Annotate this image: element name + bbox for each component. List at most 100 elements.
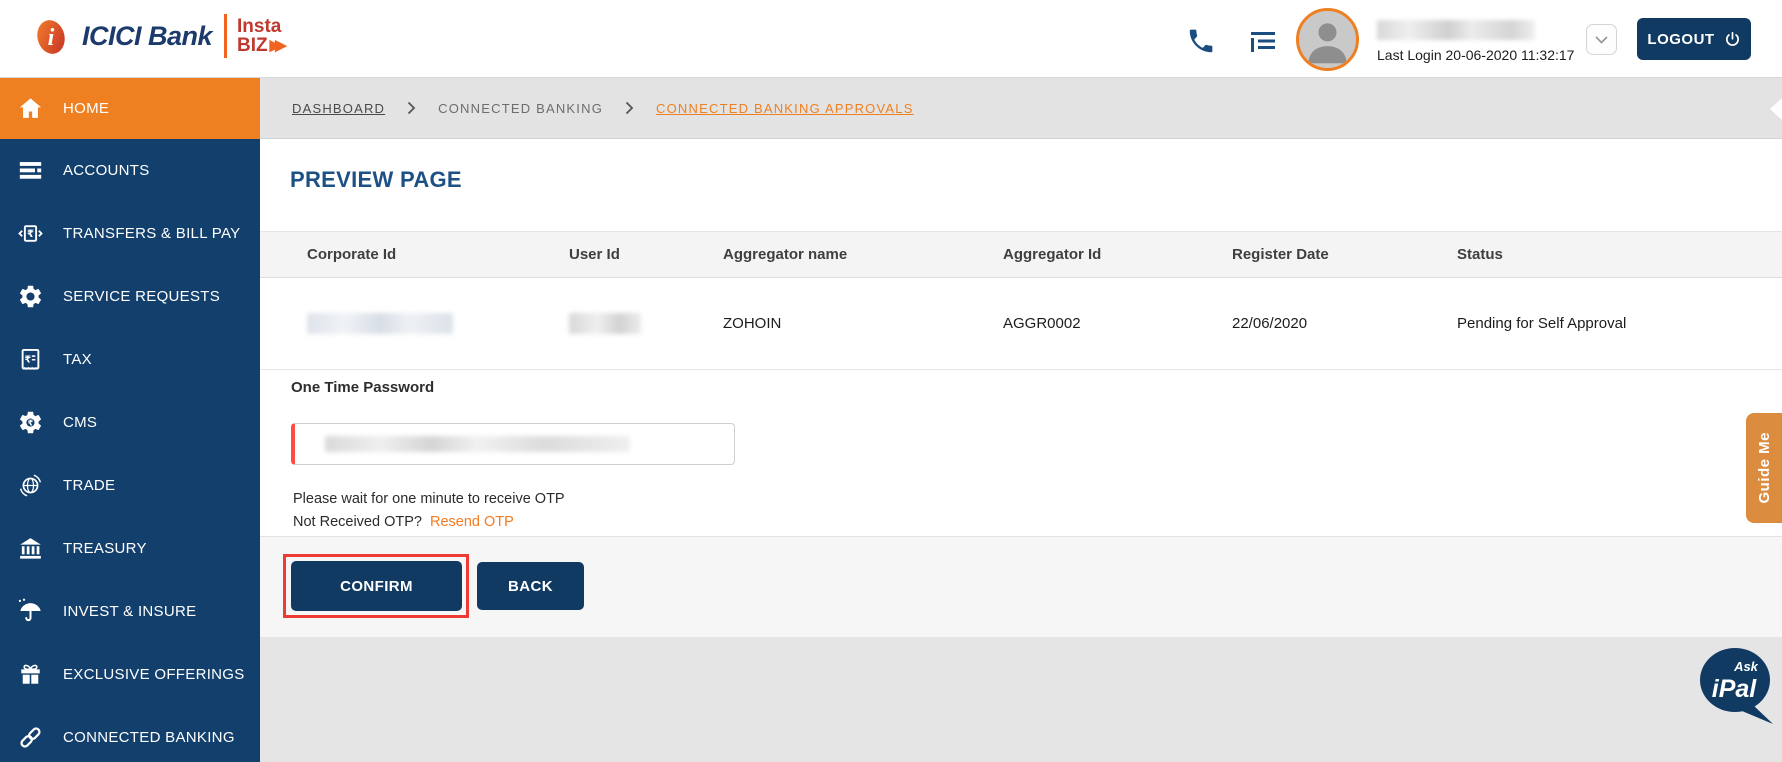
guide-me-tab[interactable]: Guide Me [1746, 413, 1782, 523]
gear-icon [17, 283, 44, 310]
logout-button[interactable]: LOGOUT [1637, 18, 1751, 60]
sidebar: HOME ACCOUNTS ₹ TRANSFERS & BILL PAY SER… [0, 78, 260, 762]
sidebar-item-treasury[interactable]: TREASURY [0, 517, 260, 580]
aggregator-id-value: AGGR0002 [1003, 315, 1232, 332]
quick-links-icon[interactable] [1249, 30, 1277, 54]
link-icon [17, 724, 44, 751]
sidebar-item-label: TREASURY [63, 540, 147, 557]
sidebar-item-cms[interactable]: ₹ CMS [0, 391, 260, 454]
logout-label: LOGOUT [1647, 31, 1714, 48]
register-date-value: 22/06/2020 [1232, 315, 1457, 332]
accounts-icon [17, 157, 44, 184]
table-header-row: Corporate Id User Id Aggregator name Agg… [260, 231, 1782, 278]
otp-wait-message: Please wait for one minute to receive OT… [293, 491, 565, 507]
page-title: PREVIEW PAGE [290, 167, 462, 193]
person-silhouette-icon [1299, 11, 1356, 68]
sidebar-item-connected-banking[interactable]: CONNECTED BANKING [0, 706, 260, 762]
column-header: Corporate Id [307, 246, 569, 263]
breadcrumb-connected-banking[interactable]: CONNECTED BANKING [438, 101, 603, 116]
svg-text:₹: ₹ [28, 418, 34, 427]
sidebar-item-label: HOME [63, 100, 109, 117]
profile-menu-button[interactable] [1586, 24, 1617, 55]
otp-value-redacted [325, 436, 630, 452]
active-item-notch [1770, 98, 1782, 120]
breadcrumb-dashboard[interactable]: DASHBOARD [292, 101, 385, 116]
sidebar-item-label: INVEST & INSURE [63, 603, 196, 620]
cms-gear-rupee-icon: ₹ [17, 409, 44, 436]
column-header: Register Date [1232, 246, 1457, 263]
main-content: PREVIEW PAGE Corporate Id User Id Aggreg… [260, 139, 1782, 762]
icici-instabiz-logo: i ICICI Bank Insta BIZ ▶▶ [30, 12, 281, 60]
sidebar-item-home[interactable]: HOME [0, 78, 260, 139]
sidebar-item-label: TRANSFERS & BILL PAY [63, 225, 240, 242]
sidebar-item-label: CMS [63, 414, 97, 431]
sidebar-item-trade[interactable]: TRADE [0, 454, 260, 517]
sidebar-item-label: TRADE [63, 477, 115, 494]
footer-area [260, 637, 1782, 762]
brand-name: ICICI Bank [82, 21, 212, 52]
sidebar-item-label: EXCLUSIVE OFFERINGS [63, 666, 245, 683]
logo-divider [224, 14, 227, 58]
user-name-redacted [1377, 20, 1535, 40]
otp-resend-line: Not Received OTP? Resend OTP [293, 514, 514, 530]
sidebar-item-transfers-bill-pay[interactable]: ₹ TRANSFERS & BILL PAY [0, 202, 260, 265]
sidebar-item-service-requests[interactable]: SERVICE REQUESTS [0, 265, 260, 328]
ipal-ask-label: Ask [1733, 659, 1759, 674]
breadcrumb-connected-banking-approvals[interactable]: CONNECTED BANKING APPROVALS [656, 101, 914, 116]
user-block: Last Login 20-06-2020 11:32:17 [1377, 20, 1574, 63]
resend-otp-link[interactable]: Resend OTP [430, 514, 514, 530]
biz-arrows-icon: ▶▶ [270, 38, 281, 53]
guide-me-label: Guide Me [1756, 432, 1773, 504]
table-row: ZOHOIN AGGR0002 22/06/2020 Pending for S… [260, 278, 1782, 370]
sidebar-item-label: CONNECTED BANKING [63, 729, 235, 746]
globe-trade-icon [17, 472, 44, 499]
phone-icon[interactable] [1186, 26, 1216, 56]
sidebar-item-label: ACCOUNTS [63, 162, 150, 179]
product-name-bottom: BIZ [237, 36, 268, 55]
sidebar-item-label: TAX [63, 351, 92, 368]
ipal-name-label: iPal [1712, 675, 1758, 703]
breadcrumb: DASHBOARD CONNECTED BANKING CONNECTED BA… [260, 78, 1782, 139]
avatar[interactable] [1296, 8, 1359, 71]
sidebar-item-invest-insure[interactable]: INVEST & INSURE [0, 580, 260, 643]
action-button-band: CONFIRM BACK [260, 536, 1782, 637]
not-received-text: Not Received OTP? [293, 514, 422, 530]
top-header: i ICICI Bank Insta BIZ ▶▶ [0, 0, 1782, 78]
sidebar-item-accounts[interactable]: ACCOUNTS [0, 139, 260, 202]
breadcrumb-separator-icon [407, 101, 416, 115]
product-mark: Insta BIZ ▶▶ [237, 17, 281, 55]
icici-i-mark-icon: i [30, 12, 72, 60]
power-icon [1724, 31, 1741, 48]
transfers-icon: ₹ [17, 220, 44, 247]
aggregator-name-value: ZOHOIN [723, 315, 1003, 332]
status-value: Pending for Self Approval [1457, 315, 1782, 332]
svg-text:₹: ₹ [27, 229, 34, 240]
sidebar-item-exclusive-offerings[interactable]: EXCLUSIVE OFFERINGS [0, 643, 260, 706]
column-header: Aggregator name [723, 246, 1003, 263]
product-name-top: Insta [237, 17, 281, 36]
svg-text:₹: ₹ [24, 354, 31, 365]
sidebar-item-tax[interactable]: ₹ TAX [0, 328, 260, 391]
chevron-down-icon [1595, 36, 1608, 44]
confirm-button[interactable]: CONFIRM [291, 561, 462, 611]
column-header: Aggregator Id [1003, 246, 1232, 263]
app-window: i ICICI Bank Insta BIZ ▶▶ [0, 0, 1782, 762]
otp-label: One Time Password [291, 379, 434, 396]
last-login-text: Last Login 20-06-2020 11:32:17 [1377, 47, 1574, 63]
bank-icon [17, 535, 44, 562]
ipal-bubble-icon: Ask iPal [1698, 645, 1778, 729]
column-header: Status [1457, 246, 1782, 263]
tax-receipt-icon: ₹ [17, 346, 44, 373]
svg-text:i: i [48, 25, 55, 51]
home-icon [17, 95, 44, 122]
back-button[interactable]: BACK [477, 562, 584, 610]
column-header: User Id [569, 246, 723, 263]
ask-ipal-button[interactable]: Ask iPal [1698, 645, 1778, 729]
sidebar-item-label: SERVICE REQUESTS [63, 288, 220, 305]
corporate-id-redacted [307, 313, 453, 334]
user-id-redacted [569, 313, 641, 334]
breadcrumb-separator-icon [625, 101, 634, 115]
umbrella-icon [17, 598, 44, 625]
otp-input[interactable] [291, 423, 735, 465]
gift-icon [17, 661, 44, 688]
